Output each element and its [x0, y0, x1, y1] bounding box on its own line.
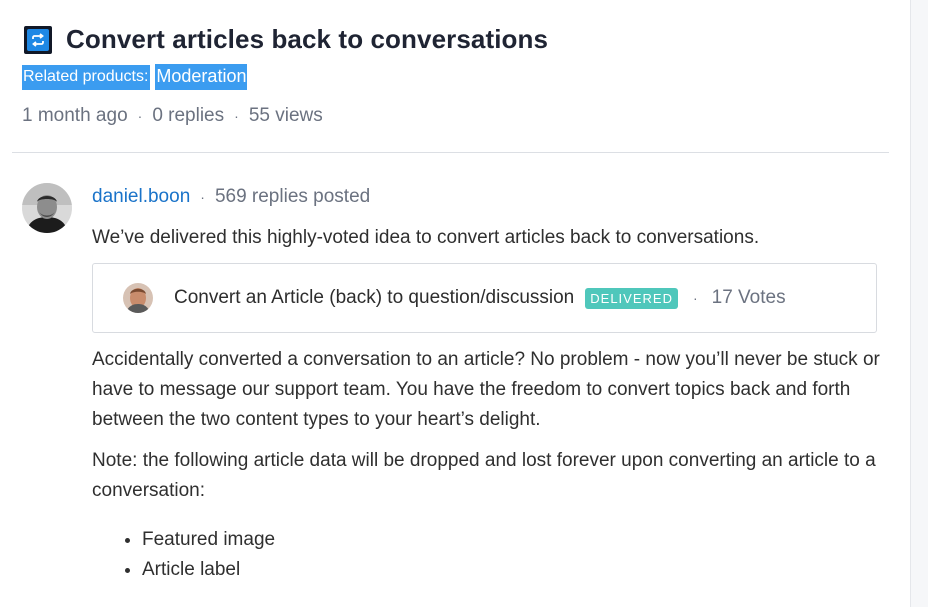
related-products-label: Related products: — [22, 64, 151, 90]
post-header: Convert articles back to conversations — [24, 24, 548, 55]
idea-card[interactable]: Convert an Article (back) to question/di… — [92, 263, 877, 333]
meta-separator: · — [234, 108, 239, 124]
avatar[interactable] — [22, 183, 72, 233]
meta-separator: · — [137, 108, 143, 124]
author-reply-count: 569 replies posted — [214, 186, 371, 207]
repeat-arrows-icon — [24, 25, 52, 54]
idea-title-link[interactable]: Convert an Article (back) to question/di… — [174, 287, 574, 309]
vote-count: 17 Votes — [711, 287, 786, 308]
post-date: 1 month ago — [22, 105, 128, 126]
body-paragraph: Note: the following article data will be… — [92, 450, 876, 501]
author-name-link[interactable]: daniel.boon — [92, 186, 190, 208]
meta-separator: · — [692, 290, 698, 306]
reply-intro: We’ve delivered this highly-voted idea t… — [92, 227, 760, 248]
page-title: Convert articles back to conversations — [66, 24, 549, 54]
body-paragraph: Accidentally converted a conversation to… — [92, 349, 880, 430]
post-meta: 1 month ago · 0 replies · 55 views — [22, 105, 323, 127]
view-count: 55 views — [248, 105, 323, 126]
list-item: Article label — [142, 555, 275, 585]
related-product-tag[interactable]: Moderation — [155, 64, 248, 90]
list-item: Featured image — [142, 525, 275, 555]
related-products: Related products: Moderation — [22, 64, 248, 90]
meta-separator: · — [200, 189, 205, 205]
reply-count: 0 replies — [152, 105, 225, 126]
reply-author-row: daniel.boon · 569 replies posted — [92, 186, 370, 208]
idea-author-avatar — [123, 283, 153, 313]
right-scroll-rail — [910, 0, 928, 607]
header-divider — [12, 152, 889, 153]
status-badge: DELIVERED — [585, 287, 678, 309]
dropped-data-list: Featured image Article label — [92, 525, 275, 585]
